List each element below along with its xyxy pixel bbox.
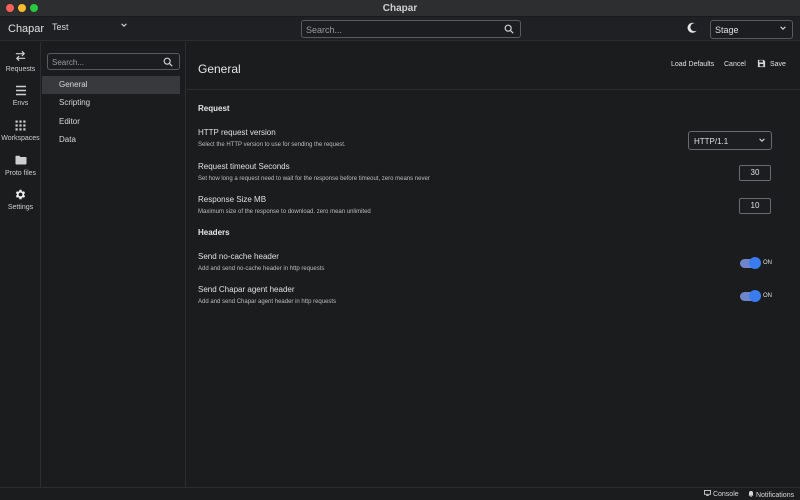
rail-item-label: Proto files [4, 170, 37, 177]
http-version-select-value: HTTP/1.1 [694, 137, 729, 146]
window-titlebar: Chapar [0, 0, 800, 17]
save-icon[interactable] [757, 59, 766, 71]
setting-desc-timeout: Set how long a request need to wait for … [198, 176, 430, 182]
environment-select[interactable]: Stage [710, 20, 793, 39]
global-search-placeholder: Search... [306, 25, 343, 35]
settings-main: General Load Defaults Cancel Save Reques… [187, 42, 800, 487]
settings-search-input[interactable]: Search... [47, 53, 180, 70]
toggle-knob [749, 290, 761, 302]
gear-icon [0, 186, 41, 202]
setting-desc-http-version: Select the HTTP version to use for sendi… [198, 142, 346, 148]
setting-desc-agent-header: Add and send Chapar agent header in http… [198, 299, 337, 305]
rail-item-label: Requests [5, 66, 36, 73]
toggle-knob [749, 257, 761, 269]
rail-item-envs[interactable]: Envs [0, 82, 41, 114]
settings-nav-data[interactable]: Data [42, 131, 180, 149]
setting-title-http-version: HTTP request version [198, 128, 276, 137]
swap-arrows-icon [0, 48, 41, 64]
no-cache-toggle-label: ON [763, 260, 772, 266]
console-button[interactable]: Console [704, 490, 739, 498]
settings-nav-scripting[interactable]: Scripting [42, 94, 180, 112]
bell-icon [748, 491, 756, 499]
settings-nav-editor[interactable]: Editor [42, 113, 180, 131]
load-defaults-button[interactable]: Load Defaults [671, 61, 714, 68]
setting-title-agent-header: Send Chapar agent header [198, 285, 295, 294]
chevron-down-icon [120, 21, 128, 31]
rail-item-label: Settings [7, 204, 34, 211]
http-version-select[interactable]: HTTP/1.1 [688, 131, 772, 150]
search-icon[interactable] [504, 24, 514, 37]
setting-desc-no-cache: Add and send no-cache header in http req… [198, 266, 325, 272]
rail-item-settings[interactable]: Settings [0, 186, 41, 218]
console-label: Console [712, 491, 739, 498]
settings-search-placeholder: Search... [52, 58, 85, 67]
menu-lines-icon [0, 82, 41, 98]
chevron-down-icon [758, 136, 766, 146]
page-title: General [198, 62, 241, 76]
agent-header-toggle[interactable] [740, 290, 761, 302]
chevron-down-icon [779, 24, 787, 34]
monitor-icon [704, 490, 713, 498]
rail-item-label: Workspaces [1, 135, 40, 142]
status-bar: Console Notifications [0, 487, 800, 500]
header-divider [187, 89, 800, 90]
grid-dots-icon [0, 117, 41, 133]
app-brand: Chapar [8, 23, 45, 35]
notifications-button[interactable]: Notifications [748, 490, 794, 499]
settings-nav-panel: Search... General Scripting Editor Data [42, 42, 186, 487]
search-icon[interactable] [163, 57, 173, 70]
agent-header-toggle-label: ON [763, 293, 772, 299]
rail-item-proto-files[interactable]: Proto files [0, 152, 41, 184]
setting-title-no-cache: Send no-cache header [198, 252, 279, 261]
rail-item-label: Envs [12, 100, 29, 107]
cancel-button[interactable]: Cancel [724, 61, 746, 68]
setting-title-response-size: Response Size MB [198, 195, 267, 204]
setting-desc-response-size: Maximum size of the response to download… [198, 209, 371, 215]
timeout-input[interactable]: 30 [739, 165, 771, 181]
rail-item-workspaces[interactable]: Workspaces [0, 117, 41, 149]
folder-icon [0, 152, 41, 168]
notifications-label: Notifications [755, 492, 795, 499]
global-search-input[interactable]: Search... [301, 20, 521, 38]
environment-select-value: Stage [715, 25, 739, 35]
workspace-select[interactable]: Test [52, 22, 128, 36]
window-title: Chapar [382, 3, 418, 14]
section-title-headers: Headers [198, 228, 230, 237]
no-cache-toggle[interactable] [740, 257, 761, 269]
main-nav-rail: Requests Envs Workspaces Proto files Set… [0, 42, 41, 487]
save-button[interactable]: Save [770, 61, 786, 68]
theme-toggle-moon-icon[interactable] [686, 22, 698, 34]
workspace-select-value: Test [52, 22, 69, 32]
section-title-request: Request [198, 104, 230, 113]
response-size-input[interactable]: 10 [739, 198, 771, 214]
setting-title-timeout: Request timeout Seconds [198, 162, 290, 171]
rail-item-requests[interactable]: Requests [0, 48, 41, 80]
settings-nav-general[interactable]: General [42, 76, 180, 94]
